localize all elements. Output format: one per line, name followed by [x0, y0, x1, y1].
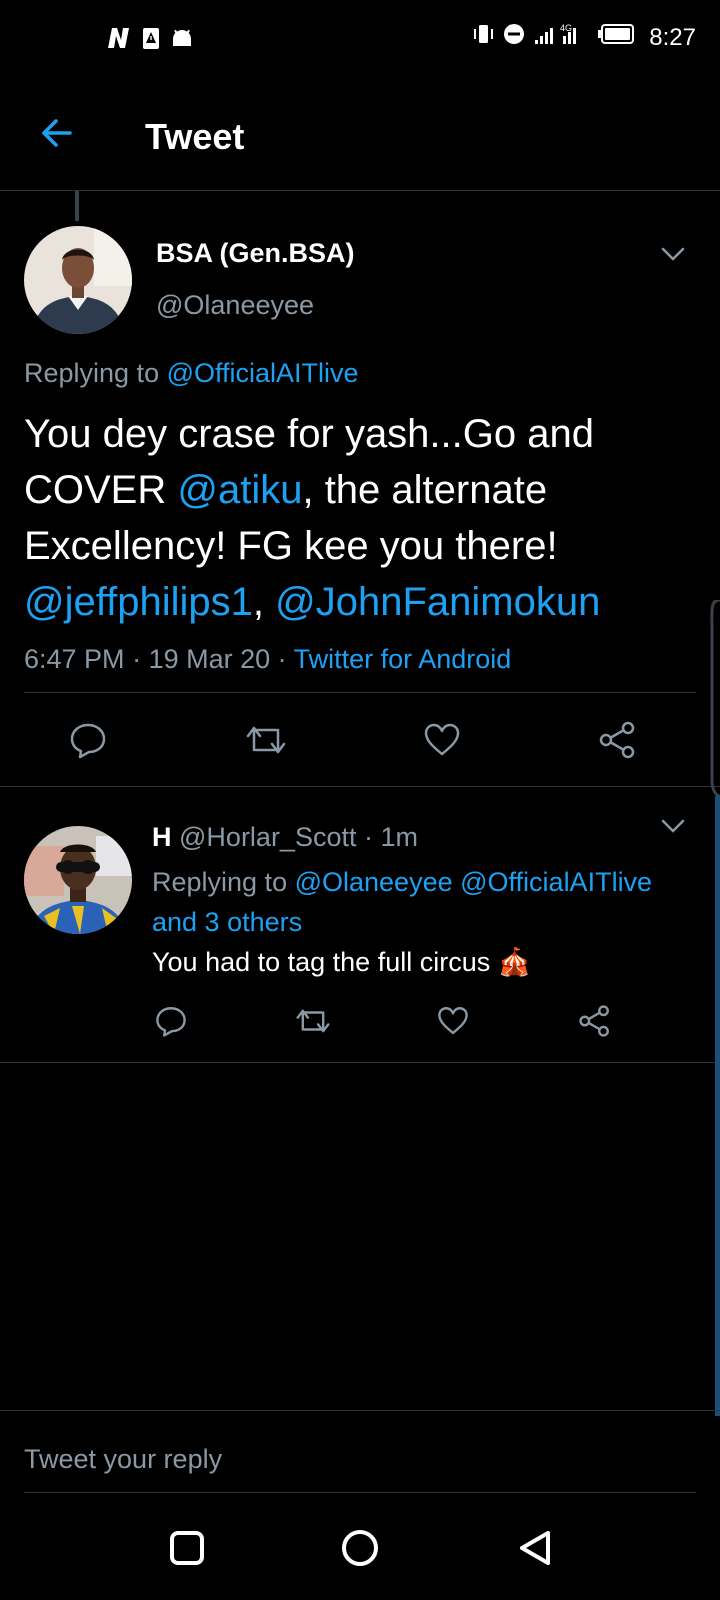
like-icon[interactable]: [436, 1004, 470, 1038]
status-time: 8:27: [649, 23, 696, 51]
replying-to: Replying to @Olaneeyee @OfficialAITlive …: [152, 862, 692, 942]
divider: [0, 1410, 720, 1411]
tweet-time: 6:47 PM: [24, 644, 125, 674]
reply-icon[interactable]: [68, 720, 108, 760]
reply-input[interactable]: Tweet your reply: [24, 1444, 222, 1475]
user-handle[interactable]: @Horlar_Scott: [179, 822, 356, 852]
scrollbar[interactable]: [706, 598, 720, 1420]
reply-header: H @Horlar_Scott · 1m: [152, 822, 418, 853]
android-icon: [170, 26, 194, 55]
retweet-icon[interactable]: [244, 720, 288, 760]
tweet-source-link[interactable]: Twitter for Android: [294, 644, 512, 674]
mention-link[interactable]: @OfficialAITlive: [167, 358, 359, 388]
back-arrow-icon[interactable]: [36, 112, 78, 154]
tweet-date: 19 Mar 20: [148, 644, 271, 674]
chevron-down-icon[interactable]: [660, 818, 686, 834]
others-link[interactable]: and 3 others: [152, 907, 302, 937]
app-header: Tweet: [0, 90, 720, 191]
like-icon[interactable]: [422, 720, 462, 760]
replying-prefix: Replying to: [152, 867, 295, 897]
divider: [0, 1062, 720, 1063]
input-underline: [24, 1492, 696, 1493]
separator: ·: [270, 644, 294, 674]
reply-text: You had to tag the full circus 🎪: [152, 946, 531, 978]
divider: [0, 786, 720, 787]
user-handle[interactable]: @Olaneeyee: [156, 290, 314, 321]
tweet-text: You dey crase for yash...Go and COVER @a…: [24, 406, 704, 630]
back-icon[interactable]: [516, 1528, 554, 1573]
mention-link[interactable]: @jeffphilips1: [24, 580, 253, 624]
mention-link[interactable]: @atiku: [177, 468, 302, 512]
svg-text:4G: 4G: [560, 23, 572, 33]
divider: [24, 692, 696, 693]
separator: ·: [124, 644, 149, 674]
system-nav-bar: [0, 1500, 720, 1600]
share-icon[interactable]: [578, 1004, 612, 1038]
netflix-icon: [106, 26, 132, 55]
mention-link[interactable]: @OfficialAITlive: [460, 867, 652, 897]
alert-icon: [142, 26, 160, 55]
mention-link[interactable]: @Olaneeyee: [295, 867, 453, 897]
retweet-icon[interactable]: [294, 1004, 332, 1038]
dnd-icon: [503, 23, 525, 52]
vibrate-icon: [471, 22, 495, 53]
avatar[interactable]: [24, 826, 132, 934]
battery-icon: [597, 23, 635, 52]
reply-icon[interactable]: [154, 1004, 188, 1038]
display-name[interactable]: BSA (Gen.BSA): [156, 238, 355, 269]
mention-link[interactable]: @JohnFanimokun: [275, 580, 600, 624]
signal-icon: 4G: [533, 22, 589, 53]
tweet-text-part: ,: [252, 580, 276, 624]
reply-time: 1m: [380, 822, 418, 852]
separator: ·: [356, 822, 381, 852]
circus-tent-emoji: 🎪: [497, 947, 532, 977]
avatar[interactable]: [24, 226, 132, 334]
reply-text-content: You had to tag the full circus: [152, 947, 491, 977]
recent-apps-icon[interactable]: [168, 1528, 206, 1573]
home-icon[interactable]: [340, 1528, 380, 1573]
page-title: Tweet: [145, 116, 245, 157]
replying-prefix: Replying to: [24, 358, 167, 388]
tweet-meta: 6:47 PM · 19 Mar 20 · Twitter for Androi…: [24, 644, 511, 675]
share-icon[interactable]: [598, 720, 638, 760]
chevron-down-icon[interactable]: [660, 246, 686, 262]
replying-to: Replying to @OfficialAITlive: [24, 358, 359, 389]
thread-connector: [75, 191, 79, 221]
status-bar: 4G 8:27: [0, 0, 720, 80]
display-name[interactable]: H: [152, 822, 172, 852]
